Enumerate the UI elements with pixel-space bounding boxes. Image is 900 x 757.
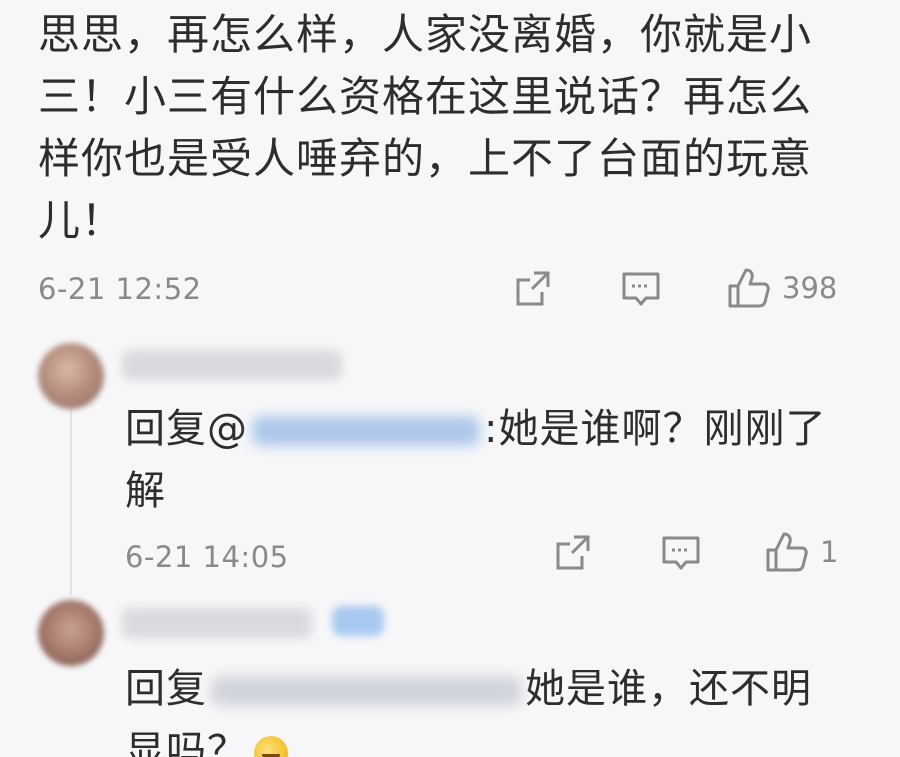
like-button[interactable]: 398 <box>726 266 837 310</box>
reply-text: 回复 她是谁，还不明显吗？ <box>125 658 845 757</box>
reply-text: 回复@:她是谁啊？刚刚了解 <box>125 398 845 522</box>
share-button[interactable] <box>552 532 594 574</box>
mention-blurred[interactable] <box>211 676 521 706</box>
reply-username-blurred[interactable] <box>122 350 342 380</box>
avatar[interactable] <box>38 600 104 666</box>
laughing-emoji-icon <box>254 736 288 757</box>
share-button[interactable] <box>512 268 554 310</box>
mention-blurred[interactable] <box>252 416 480 446</box>
reply-time: 6-21 14:05 <box>125 540 289 574</box>
comment-icon <box>662 536 700 570</box>
like-button[interactable]: 1 <box>764 530 838 574</box>
reply-prefix: 回复 <box>125 666 207 712</box>
comment-feed: 思思，再怎么样，人家没离婚，你就是小三！小三有什么资格在这里说话？再怎么样你也是… <box>0 0 900 757</box>
like-icon <box>766 532 808 572</box>
main-comment-text: 思思，再怎么样，人家没离婚，你就是小三！小三有什么资格在这里说话？再怎么样你也是… <box>38 10 813 245</box>
comment-icon <box>622 272 660 306</box>
like-count: 1 <box>820 535 839 569</box>
comment-button[interactable] <box>620 268 662 310</box>
main-comment-time: 6-21 12:52 <box>38 272 202 306</box>
user-badge <box>332 606 384 636</box>
comment-button[interactable] <box>660 532 702 574</box>
like-icon <box>728 268 770 308</box>
share-icon <box>516 271 550 306</box>
share-icon <box>556 535 590 570</box>
reply-prefix: 回复@ <box>125 406 248 452</box>
thread-line <box>70 405 72 595</box>
reply-username-blurred[interactable] <box>122 608 312 638</box>
like-count: 398 <box>782 271 838 305</box>
avatar[interactable] <box>38 343 104 409</box>
